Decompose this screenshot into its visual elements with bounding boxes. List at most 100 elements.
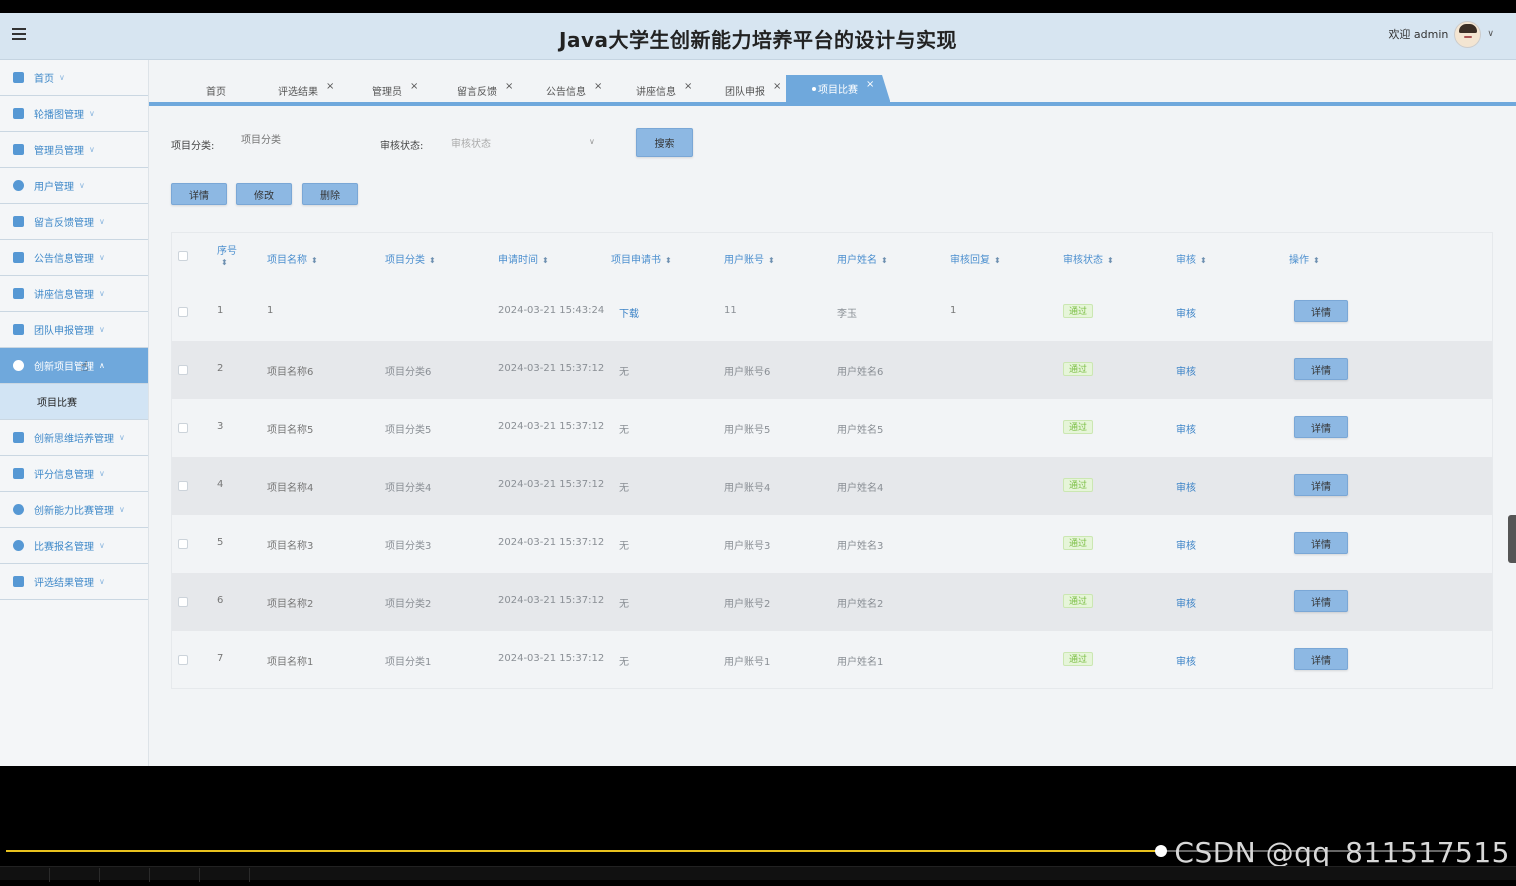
sort-icon[interactable]: ⬍ [994, 256, 1001, 265]
th-username[interactable]: 用户姓名 ⬍ [837, 251, 888, 266]
table-row[interactable]: 6 项目名称2 项目分类2 2024-03-21 15:37:12 无 用户账号2 用户姓名… [172, 573, 1492, 631]
close-icon[interactable]: × [773, 81, 781, 92]
close-icon[interactable]: × [684, 81, 692, 92]
video-progress-knob[interactable] [1155, 845, 1167, 857]
sidebar-item-lectures[interactable]: 讲座信息管理 ∨ [0, 276, 148, 312]
th-time[interactable]: 申请时间 ⬍ [498, 251, 549, 266]
tab-project-competition[interactable]: 项目比赛 × [786, 75, 891, 102]
select-all-checkbox[interactable] [178, 251, 188, 261]
sidebar-item-home[interactable]: 首页 ∨ [0, 60, 148, 96]
sort-icon[interactable]: ⬍ [665, 256, 672, 265]
video-progress-played[interactable] [6, 850, 1161, 852]
sort-icon[interactable]: ⬍ [1313, 256, 1320, 265]
row-checkbox[interactable] [178, 365, 188, 375]
avatar[interactable] [1454, 20, 1482, 48]
status-select[interactable]: 审核状态 ∨ [443, 129, 603, 153]
cell-time: 2024-03-21 15:37:12 [498, 479, 605, 490]
sort-icon[interactable]: ⬍ [221, 258, 228, 267]
th-review[interactable]: 审核 ⬍ [1176, 251, 1207, 266]
table-row[interactable]: 1 1 2024-03-21 15:43:24 下载 11 李玉 1 通过 审核 详情 [172, 283, 1492, 341]
th-reply[interactable]: 审核回复 ⬍ [950, 251, 1001, 266]
tab-notices[interactable]: 公告信息 × [546, 75, 602, 102]
close-icon[interactable]: × [410, 81, 418, 92]
sidebar-item-admins[interactable]: 管理员管理 ∨ [0, 132, 148, 168]
tab-admins[interactable]: 管理员 × [372, 75, 418, 102]
review-link[interactable]: 审核 [1176, 595, 1196, 610]
th-status[interactable]: 审核状态 ⬍ [1063, 251, 1114, 266]
row-checkbox[interactable] [178, 307, 188, 317]
scrollbar-handle[interactable] [1508, 515, 1516, 563]
row-detail-button[interactable]: 详情 [1294, 474, 1348, 496]
row-detail-button[interactable]: 详情 [1294, 648, 1348, 670]
row-checkbox[interactable] [178, 481, 188, 491]
sort-icon[interactable]: ⬍ [881, 256, 888, 265]
tab-home[interactable]: 首页 [206, 75, 226, 102]
tab-lectures[interactable]: 讲座信息 × [636, 75, 692, 102]
detail-button[interactable]: 详情 [171, 183, 227, 205]
cell-category: 项目分类6 [385, 367, 432, 378]
table-row[interactable]: 2 项目名称6 项目分类6 2024-03-21 15:37:12 无 用户账号6 用户姓名… [172, 341, 1492, 399]
row-detail-button[interactable]: 详情 [1294, 532, 1348, 554]
th-account[interactable]: 用户账号 ⬍ [724, 251, 775, 266]
th-category[interactable]: 项目分类 ⬍ [385, 251, 436, 266]
cell-doc[interactable]: 下载 [619, 305, 639, 320]
sidebar-item-innovation-thinking[interactable]: 创新思维培养管理 ∨ [0, 420, 148, 456]
th-action[interactable]: 操作 ⬍ [1289, 251, 1320, 266]
th-doc[interactable]: 项目申请书 ⬍ [611, 251, 672, 266]
user-menu[interactable]: 欢迎 admin ∨ [1388, 20, 1494, 48]
row-detail-button[interactable]: 详情 [1294, 358, 1348, 380]
sidebar-item-feedback[interactable]: 留言反馈管理 ∨ [0, 204, 148, 240]
sidebar-item-notices[interactable]: 公告信息管理 ∨ [0, 240, 148, 276]
review-link[interactable]: 审核 [1176, 479, 1196, 494]
review-link[interactable]: 审核 [1176, 305, 1196, 320]
edit-button[interactable]: 修改 [236, 183, 292, 205]
close-icon[interactable]: × [866, 79, 874, 90]
table-row[interactable]: 7 项目名称1 项目分类1 2024-03-21 15:37:12 无 用户账号1 用户姓名… [172, 631, 1492, 689]
row-checkbox[interactable] [178, 597, 188, 607]
tab-feedback[interactable]: 留言反馈 × [457, 75, 513, 102]
sidebar-item-users[interactable]: 用户管理 ∨ [0, 168, 148, 204]
sidebar-item-scores[interactable]: 评分信息管理 ∨ [0, 456, 148, 492]
review-link[interactable]: 审核 [1176, 363, 1196, 378]
table-row[interactable]: 5 项目名称3 项目分类3 2024-03-21 15:37:12 无 用户账号3 用户姓名… [172, 515, 1492, 573]
row-checkbox[interactable] [178, 655, 188, 665]
sort-icon[interactable]: ⬍ [542, 256, 549, 265]
sort-icon[interactable]: ⬍ [429, 256, 436, 265]
sidebar-item-teams[interactable]: 团队申报管理 ∨ [0, 312, 148, 348]
row-checkbox[interactable] [178, 423, 188, 433]
th-no[interactable]: 序号 ⬍ [217, 242, 237, 268]
review-link[interactable]: 审核 [1176, 421, 1196, 436]
close-icon[interactable]: × [594, 81, 602, 92]
category-input[interactable] [233, 129, 353, 153]
sidebar-item-carousel[interactable]: 轮播图管理 ∨ [0, 96, 148, 132]
close-icon[interactable]: × [326, 81, 334, 92]
sidebar-item-registrations[interactable]: 比赛报名管理 ∨ [0, 528, 148, 564]
sidebar-item-competitions[interactable]: 创新能力比赛管理 ∨ [0, 492, 148, 528]
cell-username: 用户姓名3 [837, 541, 884, 552]
tab-teams[interactable]: 团队申报 × [725, 75, 781, 102]
close-icon[interactable]: × [505, 81, 513, 92]
sort-icon[interactable]: ⬍ [1107, 256, 1114, 265]
sort-icon[interactable]: ⬍ [1200, 256, 1207, 265]
row-detail-button[interactable]: 详情 [1294, 590, 1348, 612]
sort-icon[interactable]: ⬍ [311, 256, 318, 265]
delete-button[interactable]: 删除 [302, 183, 358, 205]
row-detail-button[interactable]: 详情 [1294, 416, 1348, 438]
review-link[interactable]: 审核 [1176, 537, 1196, 552]
table-row[interactable]: 3 项目名称5 项目分类5 2024-03-21 15:37:12 无 用户账号5 用户姓名… [172, 399, 1492, 457]
sidebar-subitem-project-competition[interactable]: 项目比赛 [0, 384, 148, 420]
row-detail-button[interactable]: 详情 [1294, 300, 1348, 322]
review-link[interactable]: 审核 [1176, 653, 1196, 668]
chevron-down-icon[interactable]: ∨ [1487, 29, 1494, 39]
chevron-down-icon: ∨ [99, 577, 105, 586]
row-checkbox[interactable] [178, 539, 188, 549]
sidebar-item-results[interactable]: 评选结果管理 ∨ [0, 564, 148, 600]
sort-icon[interactable]: ⬍ [768, 256, 775, 265]
cell-no: 7 [217, 653, 224, 664]
sidebar-item-projects[interactable]: 创新项目管理 ∧ ☝ [0, 348, 148, 384]
status-badge: 通过 [1063, 304, 1094, 318]
search-button[interactable]: 搜索 [636, 128, 693, 157]
table-row[interactable]: 4 项目名称4 项目分类4 2024-03-21 15:37:12 无 用户账号4 用户姓名… [172, 457, 1492, 515]
tab-results[interactable]: 评选结果 × [278, 75, 334, 102]
th-name[interactable]: 项目名称 ⬍ [267, 251, 318, 266]
